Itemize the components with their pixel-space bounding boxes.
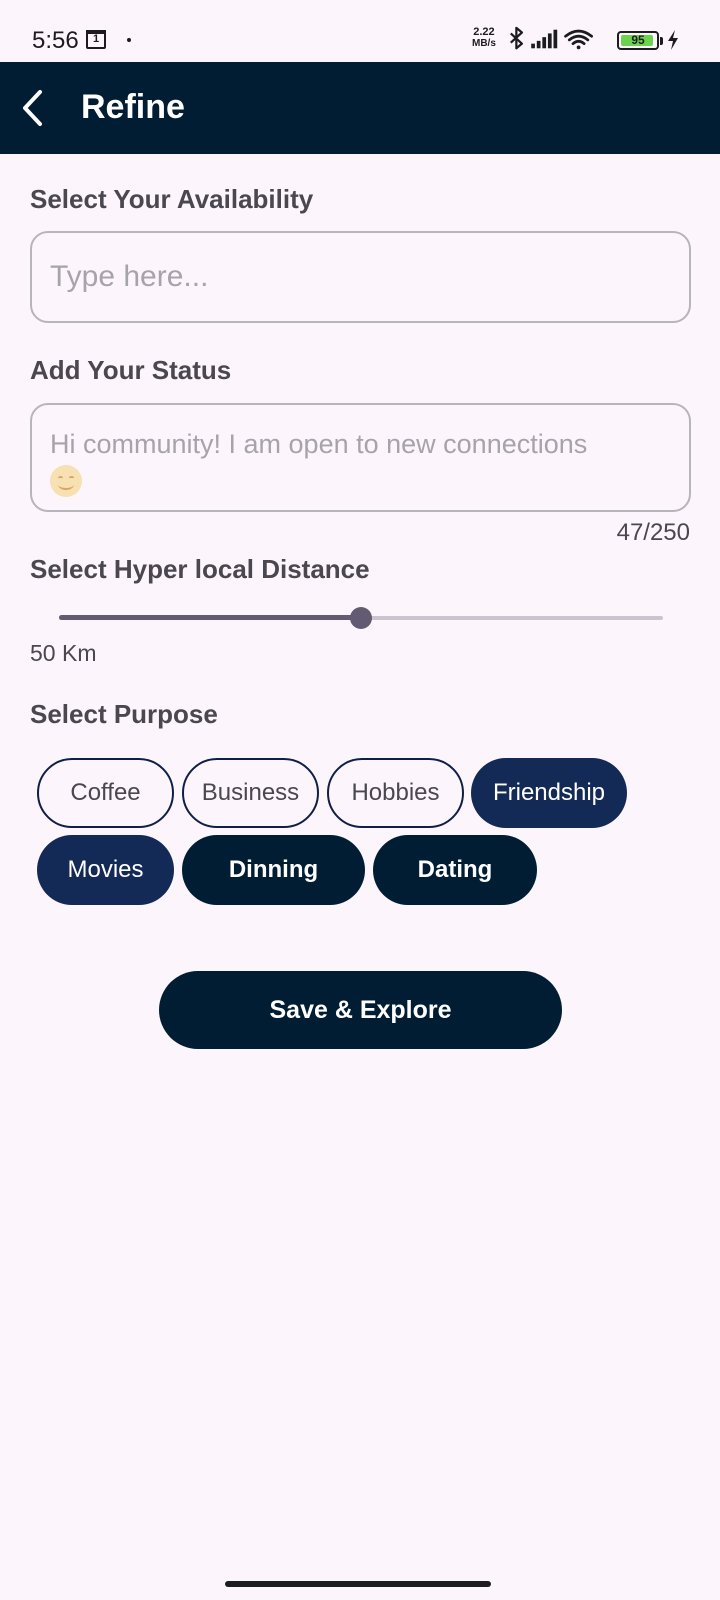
app-bar: Refine bbox=[0, 62, 720, 154]
chip-label: Dating bbox=[417, 856, 493, 883]
purpose-label: Select Purpose bbox=[30, 699, 218, 729]
chip-label: Hobbies bbox=[351, 779, 440, 806]
purpose-chip-movies[interactable]: Movies bbox=[37, 835, 174, 905]
purpose-chip-dinning[interactable]: Dinning bbox=[182, 835, 365, 905]
bluetooth-icon bbox=[510, 26, 524, 50]
chevron-left-icon bbox=[23, 90, 42, 126]
status-char-counter: 47/250 bbox=[616, 519, 690, 546]
notification-dot-icon bbox=[127, 38, 131, 42]
wifi-icon bbox=[564, 29, 593, 50]
chip-label: Movies bbox=[67, 856, 144, 883]
status-label: Add Your Status bbox=[30, 355, 232, 385]
network-speed-unit: MB/s bbox=[472, 38, 496, 49]
chip-label: Dinning bbox=[228, 856, 319, 883]
slider-thumb[interactable] bbox=[350, 607, 372, 629]
purpose-chip-coffee[interactable]: Coffee bbox=[37, 758, 174, 828]
distance-label: Select Hyper local Distance bbox=[30, 554, 370, 584]
smiling-face-emoji-icon bbox=[50, 464, 82, 497]
network-speed-value: 2.22 bbox=[473, 26, 495, 38]
page-title: Refine bbox=[81, 88, 185, 126]
purpose-chip-friendship[interactable]: Friendship bbox=[471, 758, 627, 828]
battery-level: 95 bbox=[631, 33, 645, 47]
save-explore-label: Save & Explore bbox=[269, 995, 452, 1024]
status-icons bbox=[510, 26, 593, 50]
network-speed: 2.22 MB/s bbox=[472, 26, 496, 50]
distance-value: 50 Km bbox=[30, 640, 97, 666]
home-indicator[interactable] bbox=[225, 1581, 491, 1587]
chip-label: Friendship bbox=[492, 779, 606, 806]
purpose-chip-dating[interactable]: Dating bbox=[373, 835, 537, 905]
status-input[interactable]: Hi community! I am open to new connectio… bbox=[30, 403, 691, 512]
slider-active-track bbox=[59, 615, 361, 620]
availability-input[interactable]: Type here... bbox=[30, 231, 691, 323]
purpose-chip-business[interactable]: Business bbox=[182, 758, 319, 828]
distance-slider[interactable] bbox=[59, 606, 663, 630]
chip-label: Business bbox=[201, 779, 300, 806]
status-time: 5:56 bbox=[32, 27, 79, 54]
availability-placeholder: Type here... bbox=[50, 260, 209, 293]
availability-label: Select Your Availability bbox=[30, 184, 314, 214]
charging-bolt-icon bbox=[668, 30, 678, 50]
chip-label: Coffee bbox=[70, 779, 141, 806]
battery-icon: 95 bbox=[617, 31, 663, 50]
save-explore-button[interactable]: Save & Explore bbox=[159, 971, 562, 1049]
signal-icon bbox=[531, 29, 558, 49]
back-button[interactable] bbox=[8, 82, 56, 134]
status-bar: 5:56 1 2.22 MB/s 95 bbox=[0, 0, 720, 62]
calendar-icon: 1 bbox=[86, 30, 106, 49]
status-placeholder: Hi community! I am open to new connectio… bbox=[50, 429, 588, 459]
purpose-chip-hobbies[interactable]: Hobbies bbox=[327, 758, 464, 828]
